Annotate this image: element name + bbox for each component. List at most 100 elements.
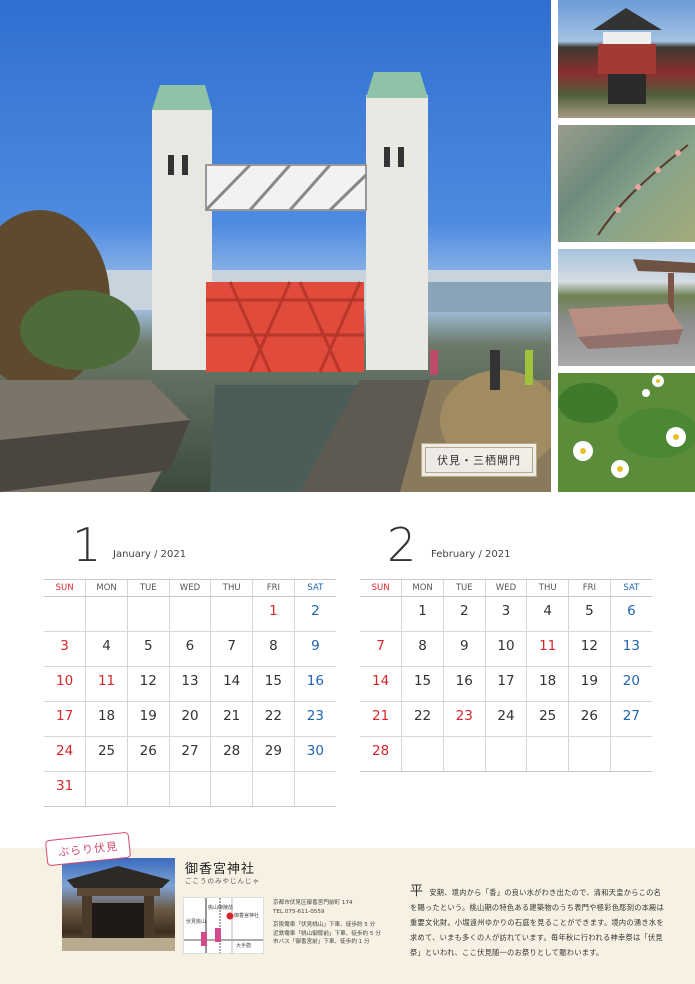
empty-day-cell bbox=[484, 736, 527, 772]
month-name-january: January / 2021 bbox=[113, 549, 187, 560]
empty-day-cell bbox=[44, 596, 86, 632]
day-cell: 4 bbox=[526, 596, 569, 632]
week-row: 28 bbox=[360, 736, 652, 772]
shrine-address: 京都市伏見区御香宮門前町 174 bbox=[273, 900, 353, 906]
day-cell: 25 bbox=[85, 736, 128, 772]
map-road-label: 大手筋 bbox=[236, 943, 252, 949]
weekday-header-row: SUN MON TUE WED THU FRI SAT bbox=[44, 579, 336, 597]
day-cell: 17 bbox=[484, 666, 527, 702]
empty-day-cell bbox=[168, 596, 211, 632]
day-cell: 2 bbox=[293, 596, 336, 632]
week-row: 31 bbox=[44, 771, 336, 807]
week-row: 14 15 16 17 18 19 20 bbox=[360, 666, 652, 702]
day-cell: 1 bbox=[252, 596, 295, 632]
empty-day-cell bbox=[293, 771, 336, 807]
day-cell: 11 bbox=[85, 666, 128, 702]
empty-day-cell bbox=[85, 596, 128, 632]
day-cell: 27 bbox=[168, 736, 211, 772]
week-row: 24 25 26 27 28 29 30 bbox=[44, 736, 336, 772]
branch-illustration bbox=[597, 144, 689, 236]
day-cell: 29 bbox=[252, 736, 295, 772]
shrine-description: 平安期、境内から「香」の良い水がわき出たので、清和天皇からこの名を賜ったという。… bbox=[410, 884, 665, 960]
day-cell: 6 bbox=[609, 596, 652, 632]
weekday-fri: FRI bbox=[568, 579, 611, 597]
access-kintetsu: 近鉄電車「桃山御陵前」下車、徒歩約 5 分 bbox=[273, 930, 381, 937]
description-body: 安期、境内から「香」の良い水がわき出たので、清和天皇からこの名を賜ったという。桃… bbox=[410, 888, 665, 957]
week-row: 123456 bbox=[360, 596, 652, 632]
day-cell: 26 bbox=[126, 736, 170, 772]
day-cell: 18 bbox=[85, 701, 128, 737]
empty-day-cell bbox=[126, 771, 170, 807]
access-citybus: 市バス「御香宮前」下車、徒歩約 1 分 bbox=[273, 939, 370, 945]
side-photo-boats bbox=[558, 249, 695, 366]
weekday-tue: TUE bbox=[126, 579, 170, 597]
day-cell: 15 bbox=[252, 666, 295, 702]
weekday-mon: MON bbox=[85, 579, 128, 597]
main-photo-misu-lock bbox=[0, 0, 551, 492]
day-cell: 3 bbox=[484, 596, 527, 632]
day-cell: 8 bbox=[401, 631, 444, 667]
photo-caption: 伏見・三栖閘門 bbox=[421, 443, 537, 477]
empty-day-cell bbox=[526, 736, 569, 772]
weekday-tue: TUE bbox=[442, 579, 486, 597]
description-initial: 平 bbox=[410, 884, 424, 899]
side-photo-flowers bbox=[558, 373, 695, 492]
map-station-fushimimomoyama: 伏見桃山 bbox=[186, 919, 207, 925]
lock-gate-illustration bbox=[0, 72, 551, 492]
day-cell: 27 bbox=[609, 701, 652, 737]
calendar-grid-january: SUN MON TUE WED THU FRI SAT 1 2 3 4 5 6 7 8 9 10 11 12 13 1… bbox=[44, 579, 336, 807]
day-cell: 15 bbox=[401, 666, 444, 702]
day-cell: 2 bbox=[442, 596, 486, 632]
shrine-contact: 京都市伏見区御香宮門前町 174 TEL.075-611-0559 京阪電車「伏… bbox=[273, 899, 381, 947]
day-cell: 9 bbox=[442, 631, 486, 667]
boats-illustration bbox=[568, 259, 695, 349]
shrine-reading: ごこうのみやじんじゃ bbox=[185, 877, 260, 885]
caption-inner-border bbox=[425, 447, 533, 473]
weekday-mon: MON bbox=[401, 579, 444, 597]
day-cell: 20 bbox=[609, 666, 652, 702]
empty-day-cell bbox=[85, 771, 128, 807]
day-cell: 6 bbox=[168, 631, 211, 667]
empty-day-cell bbox=[210, 596, 253, 632]
shrine-gate-photo bbox=[62, 858, 175, 951]
weekday-sat: SAT bbox=[609, 579, 652, 597]
empty-day-cell bbox=[252, 771, 295, 807]
day-cell: 10 bbox=[484, 631, 527, 667]
calendar-grid-february: SUN MON TUE WED THU FRI SAT 1 2 3 4 5 6 7 8 9 10 11 12 13 1… bbox=[360, 579, 652, 772]
month-number-january: 1 bbox=[72, 518, 102, 572]
gate-photo-illustration bbox=[593, 8, 662, 104]
weekday-wed: WED bbox=[168, 579, 211, 597]
day-cell: 20 bbox=[168, 701, 211, 737]
day-cell: 31 bbox=[44, 771, 86, 807]
weekday-wed: WED bbox=[484, 579, 527, 597]
day-cell: 8 bbox=[252, 631, 295, 667]
day-cell: 10 bbox=[44, 666, 86, 702]
empty-day-cell bbox=[360, 596, 402, 632]
weekday-sun: SUN bbox=[44, 579, 86, 597]
day-cell: 12 bbox=[126, 666, 170, 702]
access-map: 御香宮神社 伏見桃山 桃山御陵前 大手筋 bbox=[183, 897, 264, 954]
day-cell: 7 bbox=[360, 631, 402, 667]
empty-day-cell bbox=[168, 771, 211, 807]
day-cell: 23 bbox=[293, 701, 336, 737]
week-row: 17 18 19 20 21 22 23 bbox=[44, 701, 336, 737]
day-cell: 18 bbox=[526, 666, 569, 702]
shrine-tel: TEL.075-611-0559 bbox=[273, 908, 325, 915]
day-cell: 1 bbox=[401, 596, 444, 632]
day-cell: 4 bbox=[85, 631, 128, 667]
empty-day-cell bbox=[442, 736, 486, 772]
empty-day-cell bbox=[210, 771, 253, 807]
weekday-sun: SUN bbox=[360, 579, 402, 597]
day-cell: 21 bbox=[210, 701, 253, 737]
weekday-thu: THU bbox=[526, 579, 569, 597]
week-row: 10 11 12 13 14 15 16 bbox=[44, 666, 336, 702]
day-cell: 22 bbox=[252, 701, 295, 737]
day-cell: 5 bbox=[568, 596, 611, 632]
weekday-header-row: SUN MON TUE WED THU FRI SAT bbox=[360, 579, 652, 597]
day-cell: 7 bbox=[210, 631, 253, 667]
day-cell: 30 bbox=[293, 736, 336, 772]
empty-day-cell bbox=[609, 736, 652, 772]
day-cell: 14 bbox=[210, 666, 253, 702]
access-keihan: 京阪電車「伏見桃山」下車、徒歩約 5 分 bbox=[273, 922, 376, 928]
map-station-momoyamagoryomae: 桃山御陵前 bbox=[208, 905, 234, 911]
